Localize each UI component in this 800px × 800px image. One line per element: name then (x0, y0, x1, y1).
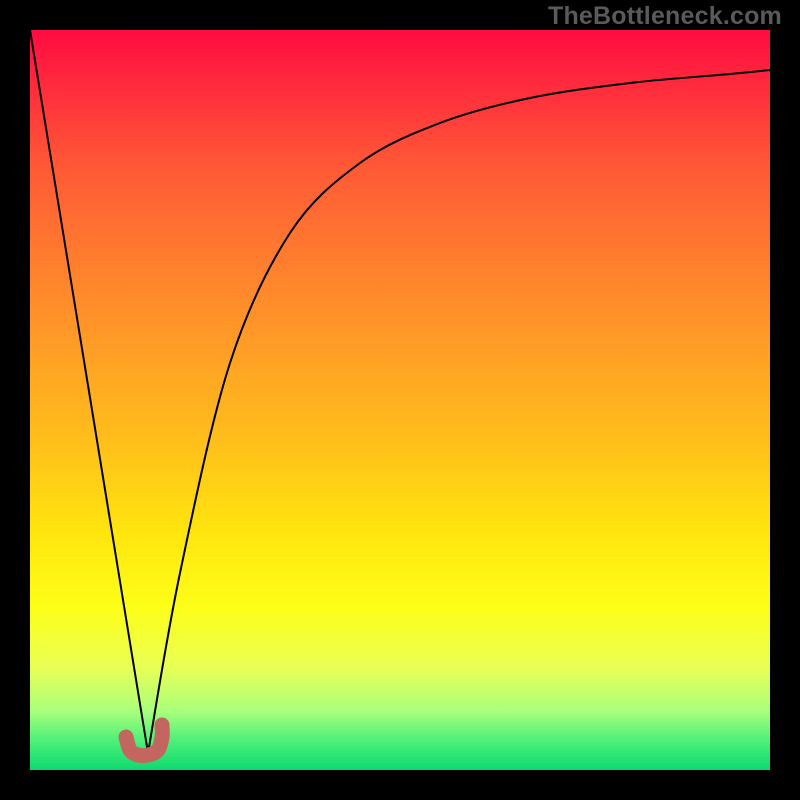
series-right-curve (148, 70, 770, 753)
chart-svg (30, 30, 770, 770)
watermark-text: TheBottleneck.com (548, 2, 782, 31)
chart-area (30, 30, 770, 770)
series-left-slope (30, 30, 148, 753)
